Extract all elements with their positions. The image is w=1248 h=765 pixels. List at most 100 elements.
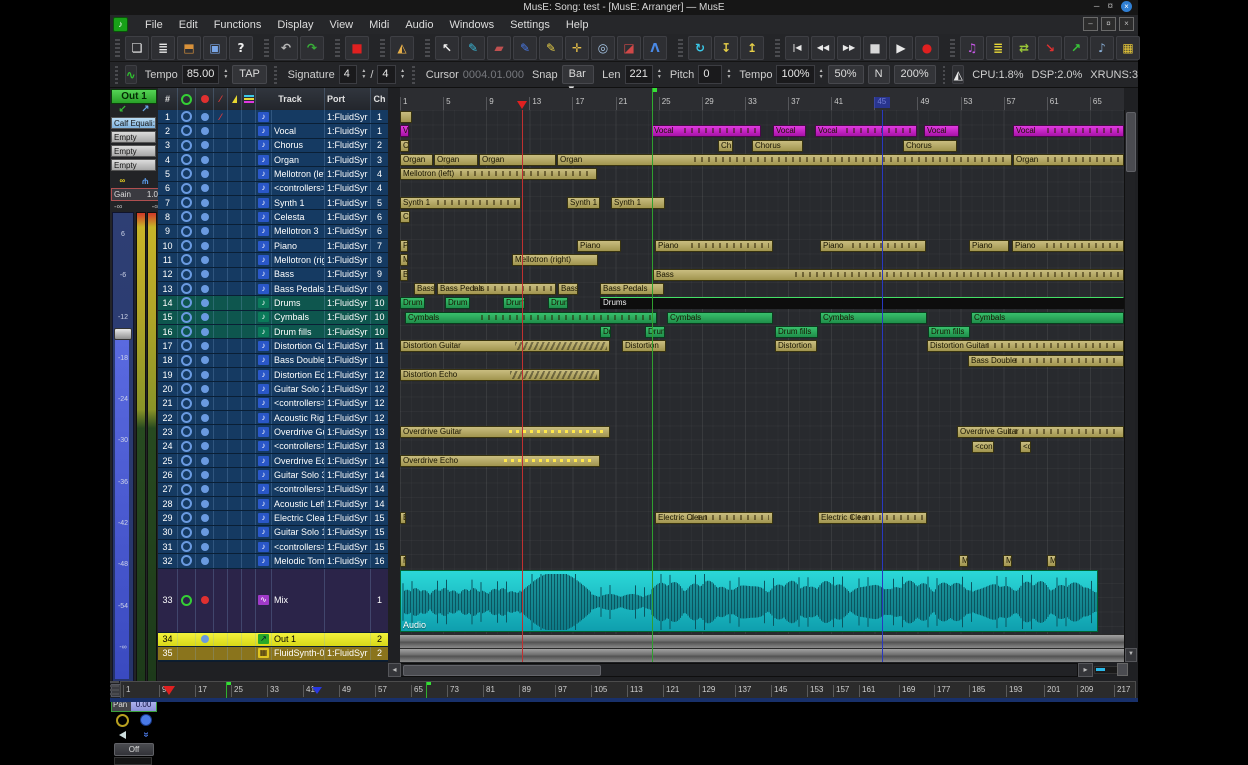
- arranger-clip[interactable]: Piano: [1012, 240, 1124, 252]
- monitor-toggle[interactable]: [196, 196, 214, 209]
- track-name[interactable]: <controllers>: [272, 182, 325, 195]
- record-arm-toggle[interactable]: [178, 139, 196, 152]
- record-arm-toggle[interactable]: [178, 239, 196, 252]
- track-name[interactable]: Drums: [272, 296, 325, 309]
- master-editor-button[interactable]: ▦: [1116, 36, 1140, 60]
- scroll-down-icon[interactable]: ▼: [1125, 648, 1137, 662]
- record-arm-toggle[interactable]: [178, 633, 196, 646]
- track-channel[interactable]: 16: [371, 554, 388, 567]
- solo-toggle[interactable]: [228, 540, 242, 553]
- arranger-track-lane[interactable]: Overdrive Echo: [400, 454, 1124, 468]
- track-row[interactable]: 1⁄♪1:FluidSyr1: [158, 110, 388, 124]
- monitor-toggle[interactable]: [196, 497, 214, 510]
- arranger-track-lane[interactable]: MMMM: [400, 554, 1124, 568]
- toolbar-grip[interactable]: [115, 39, 120, 57]
- track-channel[interactable]: 2: [371, 139, 388, 152]
- track-name[interactable]: <controllers>: [272, 440, 325, 453]
- punch-out-button[interactable]: ↥: [740, 36, 764, 60]
- track-class-cell[interactable]: [242, 167, 256, 180]
- mute-toggle[interactable]: ⁄: [214, 110, 228, 123]
- header-track[interactable]: Track: [256, 88, 325, 110]
- mute-toggle[interactable]: [214, 483, 228, 496]
- header-number[interactable]: #: [158, 88, 178, 110]
- solo-toggle[interactable]: [228, 139, 242, 152]
- header-channel[interactable]: Ch: [371, 88, 388, 110]
- arranger-clip[interactable]: Drum: [645, 326, 665, 338]
- arranger-track-lane[interactable]: ElElectric CleanElectric Clean: [400, 511, 1124, 525]
- arranger-track-lane[interactable]: CymbalsCymbalsCymbalsCymbals: [400, 311, 1124, 325]
- loop-button[interactable]: ↻: [688, 36, 712, 60]
- track-row[interactable]: 28♪Acoustic Left1:FluidSyr14: [158, 497, 388, 511]
- track-channel[interactable]: 1: [371, 569, 388, 632]
- volume-fader[interactable]: 6-6-12-18-24-30-36-42-48-54-∞: [112, 212, 134, 682]
- mute-toggle[interactable]: [214, 440, 228, 453]
- arranger-track-lane[interactable]: [400, 540, 1124, 554]
- tempo-200-button[interactable]: 200%: [894, 65, 936, 84]
- signature-denominator-spinner[interactable]: ▲▼: [400, 69, 405, 80]
- monitor-toggle[interactable]: [196, 382, 214, 395]
- record-arm-toggle[interactable]: [178, 354, 196, 367]
- solo-toggle[interactable]: [228, 397, 242, 410]
- menu-help[interactable]: Help: [559, 18, 596, 32]
- track-row[interactable]: 8♪Celesta1:FluidSyr6: [158, 210, 388, 224]
- tempo-scale-input[interactable]: 100%: [776, 65, 814, 84]
- track-channel[interactable]: 10: [371, 296, 388, 309]
- track-row[interactable]: 10♪Piano1:FluidSyr7: [158, 239, 388, 253]
- arranger-clip[interactable]: Bass Double: [968, 355, 1124, 367]
- track-row[interactable]: 32♪Melodic Tom1:FluidSyr16: [158, 554, 388, 568]
- forward-button[interactable]: ▶▶: [837, 36, 861, 60]
- track-row[interactable]: 33∿Mix1: [158, 569, 388, 633]
- song-playhead-icon[interactable]: [163, 686, 175, 695]
- solo-toggle[interactable]: [228, 647, 242, 660]
- track-port[interactable]: 1:FluidSyr: [325, 282, 371, 295]
- track-name[interactable]: Piano: [272, 239, 325, 252]
- record-arm-toggle[interactable]: [178, 540, 196, 553]
- green-marker-icon[interactable]: [652, 88, 653, 110]
- record-arm-toggle[interactable]: [178, 124, 196, 137]
- track-channel[interactable]: 15: [371, 526, 388, 539]
- track-name[interactable]: <controllers>: [272, 483, 325, 496]
- monitor-toggle[interactable]: [196, 182, 214, 195]
- track-class-cell[interactable]: [242, 268, 256, 281]
- arranger-clip[interactable]: Bass: [653, 269, 1124, 281]
- tap-button[interactable]: TAP: [232, 65, 267, 84]
- menu-edit[interactable]: Edit: [172, 18, 205, 32]
- track-name[interactable]: Celesta: [272, 210, 325, 223]
- automation-tool-button[interactable]: Λ: [643, 36, 667, 60]
- solo-toggle[interactable]: [228, 633, 242, 646]
- arranger-clip[interactable]: Bass: [558, 283, 578, 295]
- mute-toggle[interactable]: [214, 210, 228, 223]
- monitor-toggle[interactable]: [196, 268, 214, 281]
- track-channel[interactable]: 2: [371, 633, 388, 646]
- mute-toggle[interactable]: [214, 268, 228, 281]
- track-channel[interactable]: 14: [371, 483, 388, 496]
- mute-toggle[interactable]: [214, 382, 228, 395]
- mute-toggle[interactable]: [214, 282, 228, 295]
- solo-toggle[interactable]: [228, 239, 242, 252]
- solo-toggle[interactable]: [228, 296, 242, 309]
- strip-input-routing-icon[interactable]: ↙: [118, 104, 126, 116]
- arranger-clip[interactable]: Vo: [400, 125, 409, 137]
- solo-toggle[interactable]: [228, 440, 242, 453]
- mute-toggle[interactable]: [214, 526, 228, 539]
- track-class-cell[interactable]: [242, 325, 256, 338]
- solo-chevron-icon[interactable]: »: [140, 732, 151, 738]
- track-row[interactable]: 29♪Electric Clean1:FluidSyr15: [158, 511, 388, 525]
- track-channel[interactable]: 15: [371, 511, 388, 524]
- track-channel[interactable]: 3: [371, 153, 388, 166]
- track-row[interactable]: 25♪Overdrive Echo1:FluidSyr14: [158, 454, 388, 468]
- arranger-clip[interactable]: Piano: [820, 240, 926, 252]
- menu-windows[interactable]: Windows: [442, 18, 501, 32]
- track-channel[interactable]: 1: [371, 110, 388, 123]
- arranger-track-lane[interactable]: [400, 110, 1124, 124]
- arranger-clip[interactable]: Bass: [414, 283, 435, 295]
- arranger-clip[interactable]: Organ: [479, 154, 556, 166]
- pan-tool-button[interactable]: ✛: [565, 36, 589, 60]
- bottom-ruler-grip[interactable]: [110, 681, 119, 697]
- new-from-template-button[interactable]: ≣: [151, 36, 175, 60]
- track-port[interactable]: [325, 569, 371, 632]
- mute-toggle[interactable]: [214, 253, 228, 266]
- arranger-clip[interactable]: M: [1047, 555, 1056, 567]
- track-row[interactable]: 15♪Cymbals1:FluidSyr10: [158, 311, 388, 325]
- track-port[interactable]: 1:FluidSyr: [325, 124, 371, 137]
